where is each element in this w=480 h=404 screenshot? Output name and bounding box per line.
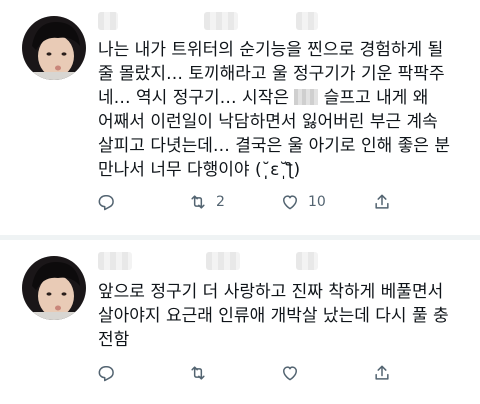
avatar[interactable] bbox=[22, 16, 86, 80]
tweet-text: 나는 내가 트위터의 순기능을 찐으로 경험하게 될 줄 몰랐지… 토끼해라고 … bbox=[98, 40, 450, 180]
avatar-image bbox=[22, 256, 86, 320]
blurred-handle bbox=[206, 252, 240, 270]
blurred-timestamp bbox=[296, 252, 318, 270]
like-button[interactable] bbox=[280, 361, 308, 385]
tweet-actions: 2 10 bbox=[96, 190, 406, 214]
blurred-timestamp bbox=[296, 12, 318, 30]
tweet-text: 앞으로 정구기 더 사랑하고 진짜 착하게 베풀면서 살아야지 요근래 인류애 … bbox=[98, 282, 449, 350]
retweet-button[interactable]: 2 bbox=[188, 190, 225, 214]
reply-button[interactable] bbox=[96, 190, 124, 214]
share-button[interactable] bbox=[372, 361, 392, 385]
avatar[interactable] bbox=[22, 256, 86, 320]
avatar-image bbox=[22, 16, 86, 80]
like-count: 10 bbox=[308, 194, 326, 210]
blurred-display-name bbox=[98, 12, 118, 30]
reply-icon bbox=[98, 366, 114, 382]
retweet-count: 2 bbox=[216, 194, 225, 210]
redacted-text bbox=[294, 89, 319, 105]
heart-icon bbox=[283, 366, 297, 381]
retweet-icon bbox=[191, 366, 205, 380]
retweet-button[interactable] bbox=[188, 361, 216, 385]
retweet-icon bbox=[191, 195, 205, 209]
reply-button[interactable] bbox=[96, 361, 124, 385]
share-icon bbox=[375, 365, 389, 380]
tweet[interactable]: 나는 내가 트위터의 순기능을 찐으로 경험하게 될 줄 몰랐지… 토끼해라고 … bbox=[0, 0, 480, 235]
share-button[interactable] bbox=[372, 190, 392, 214]
like-button[interactable]: 10 bbox=[280, 190, 326, 214]
blurred-display-name bbox=[98, 252, 132, 270]
tweet-actions bbox=[96, 361, 406, 385]
blurred-handle bbox=[204, 12, 238, 30]
share-icon bbox=[375, 194, 389, 209]
reply-icon bbox=[98, 195, 114, 211]
heart-icon bbox=[283, 195, 297, 210]
